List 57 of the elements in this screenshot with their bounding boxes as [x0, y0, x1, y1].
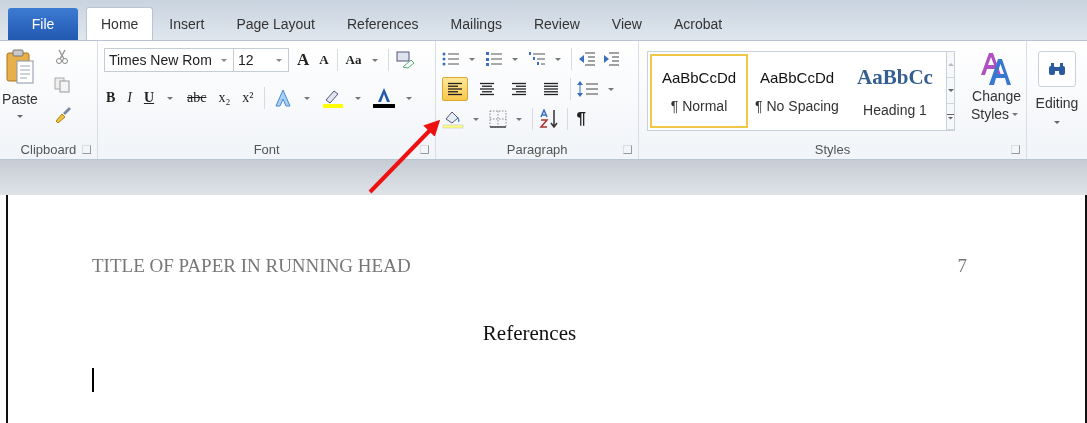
borders-icon[interactable] — [489, 110, 508, 128]
increase-indent-icon[interactable] — [602, 51, 621, 67]
format-button[interactable]: abc — [185, 90, 209, 106]
show-formatting-button[interactable]: ¶ — [574, 109, 588, 129]
align-lines-icon — [447, 82, 464, 96]
change-styles-button[interactable]: Change Styles — [971, 51, 1023, 123]
align-lines-icon — [511, 82, 528, 96]
editing-button[interactable]: Editing — [1027, 41, 1087, 127]
grow-font-button[interactable]: A — [294, 50, 312, 70]
align-lines-icon — [479, 82, 496, 96]
align-button[interactable] — [442, 77, 469, 101]
ribbon-tab[interactable]: References — [331, 8, 435, 40]
text-effects-icon[interactable] — [272, 88, 293, 108]
align-lines-icon — [543, 82, 560, 96]
change-case-button[interactable]: Aa — [343, 52, 364, 68]
format-button[interactable]: U — [141, 90, 156, 106]
page-number: 7 — [957, 255, 967, 277]
paste-button[interactable]: Paste — [0, 49, 50, 139]
group-label: Clipboard — [20, 141, 77, 157]
shading-icon[interactable] — [442, 109, 465, 129]
group-label: Styles — [814, 141, 851, 157]
eraser-icon[interactable] — [395, 51, 416, 69]
numbered-list-icon[interactable] — [485, 51, 504, 67]
ribbon-tab[interactable]: Home — [86, 7, 154, 40]
ribbon-tab[interactable]: Acrobat — [657, 8, 739, 40]
style-item[interactable]: AaBbCcDd ¶ Normal — [650, 54, 748, 128]
font-size-field[interactable]: 12 — [232, 48, 289, 72]
file-tab[interactable]: File — [8, 8, 78, 40]
group-label: Paragraph — [506, 141, 568, 157]
ribbon-tab[interactable]: Mailings — [434, 8, 518, 40]
ribbon-tab[interactable]: View — [595, 8, 658, 40]
decrease-indent-icon[interactable] — [578, 51, 597, 67]
paintbrush-icon[interactable] — [54, 105, 72, 123]
style-item[interactable]: AaBbCc Heading 1 — [846, 54, 944, 128]
format-button[interactable]: x₂ — [216, 90, 233, 106]
running-head: TITLE OF PAPER IN RUNNING HEAD — [92, 255, 411, 277]
text-cursor — [92, 368, 94, 392]
heading-text: References — [482, 321, 577, 345]
scroll-down-button[interactable] — [947, 78, 954, 104]
multilevel-list-icon[interactable] — [528, 51, 547, 67]
format-button[interactable]: B — [103, 90, 118, 106]
font-name-field[interactable]: Times New Rom — [103, 48, 234, 72]
scissors-icon[interactable] — [54, 49, 70, 65]
shrink-font-button[interactable]: A — [317, 52, 331, 68]
ribbon-tab[interactable]: Page Layout — [220, 8, 331, 40]
clipboard-icon — [5, 49, 35, 85]
highlighter-icon[interactable] — [321, 88, 344, 108]
bullet-list-icon[interactable] — [442, 51, 461, 67]
format-button[interactable]: x² — [240, 90, 256, 106]
ribbon-tab[interactable]: Review — [517, 8, 596, 40]
group-label: Font — [253, 141, 280, 157]
ribbon-tab[interactable]: Insert — [153, 8, 221, 40]
binoculars-icon — [1048, 62, 1066, 76]
font-color-icon[interactable] — [372, 87, 395, 109]
line-spacing-icon[interactable] — [577, 80, 600, 98]
format-button[interactable]: I — [125, 90, 134, 106]
style-item[interactable]: AaBbCcDd ¶ No Spacing — [748, 54, 846, 128]
